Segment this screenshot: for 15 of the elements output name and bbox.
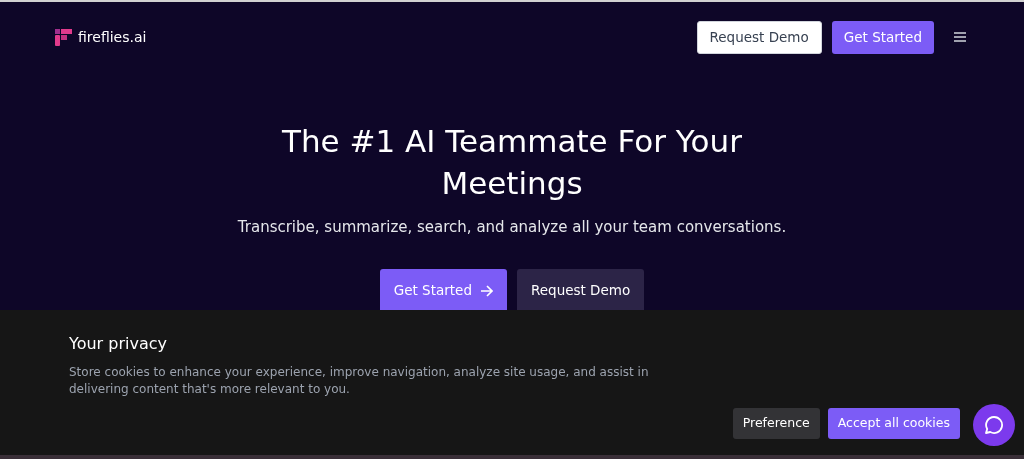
logo-text: fireflies.ai [78, 27, 147, 47]
preference-button[interactable]: Preference [732, 408, 820, 439]
chat-icon [984, 415, 1004, 435]
request-demo-button[interactable]: Request Demo [696, 20, 822, 54]
arrow-right-icon [480, 284, 493, 297]
get-started-button[interactable]: Get Started [831, 20, 934, 54]
menu-icon[interactable] [954, 32, 966, 42]
get-started-button[interactable]: Get Started [379, 268, 507, 313]
logo-icon [55, 28, 72, 46]
cookie-title: Your privacy [69, 333, 168, 355]
hero-title: The #1 AI Teammate For Your Meetings [281, 122, 743, 203]
hero-subtitle: Transcribe, summarize, search, and analyze all your team conversations. [237, 217, 787, 238]
accept-cookies-button[interactable]: Accept all cookies [827, 408, 960, 439]
request-demo-button[interactable]: Request Demo [517, 268, 645, 313]
cookie-text: Store cookies to enhance your experience, improve navigation, analyze site usage, and assist in delivering content that's more relevant to you. [69, 364, 650, 398]
